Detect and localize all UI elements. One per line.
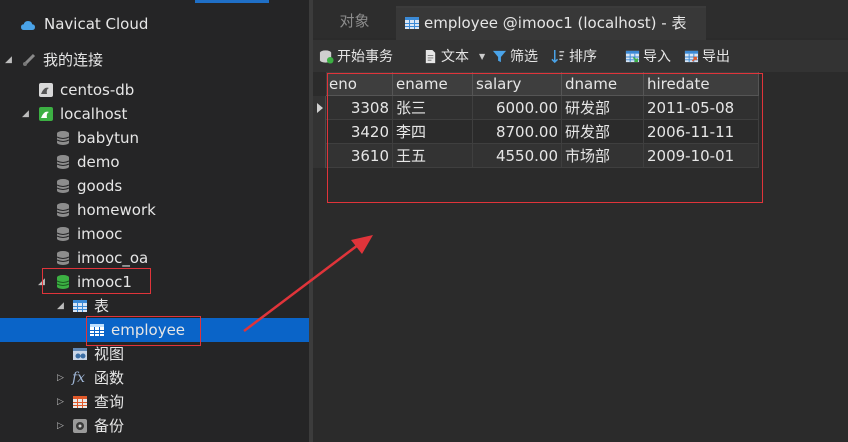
tree-item-label: 我的连接	[43, 51, 104, 69]
expanded-arrow-icon[interactable]: ◢	[5, 48, 15, 72]
tree-item-database[interactable]: imooc_oa	[0, 246, 309, 270]
cloud-icon	[21, 21, 35, 30]
row-selector[interactable]	[313, 120, 326, 144]
mysql-connection-icon	[39, 83, 53, 97]
tree-item-database[interactable]: babytun	[0, 126, 309, 150]
tab-objects[interactable]: 对象	[313, 6, 396, 38]
tree-item-my-connections[interactable]: ◢ 我的连接	[0, 48, 309, 72]
button-label: 筛选	[510, 49, 538, 65]
tree-item-centos-db[interactable]: centos-db	[0, 78, 309, 102]
table-toolbar: 开始事务 文本 ▼ 筛选 排序 导入 导出	[313, 40, 848, 72]
tab-label: employee @imooc1 (localhost) - 表	[424, 14, 687, 32]
export-button[interactable]: 导出	[684, 40, 738, 72]
tree-group-tables[interactable]: ◢ 表	[0, 294, 309, 318]
database-icon	[56, 179, 70, 193]
function-icon: fx	[72, 370, 86, 386]
connection-icon	[22, 53, 36, 67]
import-icon	[625, 50, 640, 63]
tree-item-label: 函数	[94, 369, 125, 387]
tab-bar: 对象 employee @imooc1 (localhost) - 表	[313, 0, 848, 40]
collapsed-arrow-icon[interactable]: ▷	[57, 366, 67, 390]
tree-item-label: babytun	[77, 129, 140, 147]
row-selector[interactable]	[313, 144, 326, 168]
view-icon	[73, 348, 87, 360]
tree-item-label: 表	[94, 297, 110, 315]
begin-transaction-button[interactable]: 开始事务	[319, 40, 405, 72]
expanded-arrow-icon[interactable]: ◢	[22, 102, 32, 126]
collapsed-arrow-icon[interactable]: ▷	[57, 390, 67, 414]
database-icon	[56, 227, 70, 241]
transaction-icon	[319, 50, 334, 64]
database-icon	[56, 131, 70, 145]
tree-item-navicat-cloud[interactable]: Navicat Cloud	[0, 12, 309, 36]
tree-item-label: imooc	[77, 225, 123, 243]
tree-item-label: imooc_oa	[77, 249, 149, 267]
tree-item-database[interactable]: homework	[0, 198, 309, 222]
app-name-label: Navicat Cloud	[44, 15, 149, 33]
tree-group-queries[interactable]: ▷ 查询	[0, 390, 309, 414]
sort-button[interactable]: 排序	[551, 40, 605, 72]
query-icon	[73, 396, 87, 408]
tree-group-backups[interactable]: ▷ 备份	[0, 414, 309, 438]
table-icon	[405, 17, 419, 29]
sort-icon	[551, 49, 565, 64]
mysql-connection-active-icon	[39, 107, 53, 121]
button-label: 导入	[643, 49, 671, 65]
database-icon	[56, 155, 70, 169]
tree-item-label: 备份	[94, 417, 125, 435]
export-icon	[684, 50, 699, 63]
filter-button[interactable]: 筛选	[492, 40, 544, 72]
navigation-sidebar: Navicat Cloud ◢ 我的连接 centos-db ◢ localho…	[0, 0, 309, 442]
annotation-box-employee	[86, 316, 201, 346]
tree-item-label: localhost	[60, 105, 128, 123]
text-document-icon	[425, 49, 436, 64]
backup-icon	[73, 419, 87, 433]
dropdown-caret-icon[interactable]: ▼	[479, 40, 485, 74]
table-group-icon	[73, 300, 87, 312]
import-button[interactable]: 导入	[625, 40, 679, 72]
button-label: 导出	[702, 49, 730, 65]
current-row-pointer-icon	[317, 103, 323, 113]
filter-icon	[492, 50, 507, 63]
button-label: 文本	[441, 49, 469, 65]
tree-item-label: homework	[77, 201, 156, 219]
annotation-box-data-grid	[327, 73, 763, 203]
tree-item-label: goods	[77, 177, 123, 195]
annotation-box-imooc1	[42, 268, 151, 294]
tree-item-localhost[interactable]: ◢ localhost	[0, 102, 309, 126]
text-view-button[interactable]: 文本 ▼	[423, 40, 485, 72]
tab-employee-table[interactable]: employee @imooc1 (localhost) - 表	[396, 6, 706, 40]
main-panel: 对象 employee @imooc1 (localhost) - 表 开始事务…	[313, 0, 848, 442]
sidebar-scroll-indicator	[195, 0, 269, 3]
tree-item-label: demo	[77, 153, 120, 171]
expanded-arrow-icon[interactable]: ◢	[57, 294, 67, 318]
button-label: 开始事务	[337, 49, 393, 65]
tree-item-database[interactable]: demo	[0, 150, 309, 174]
tree-item-database[interactable]: goods	[0, 174, 309, 198]
row-selector[interactable]	[313, 96, 326, 120]
tree-item-label: 查询	[94, 393, 125, 411]
tree-item-label: centos-db	[60, 81, 135, 99]
tree-group-functions[interactable]: ▷ fx 函数	[0, 366, 309, 390]
database-icon	[56, 251, 70, 265]
tree-item-database[interactable]: imooc	[0, 222, 309, 246]
database-icon	[56, 203, 70, 217]
button-label: 排序	[569, 49, 597, 65]
collapsed-arrow-icon[interactable]: ▷	[57, 414, 67, 438]
